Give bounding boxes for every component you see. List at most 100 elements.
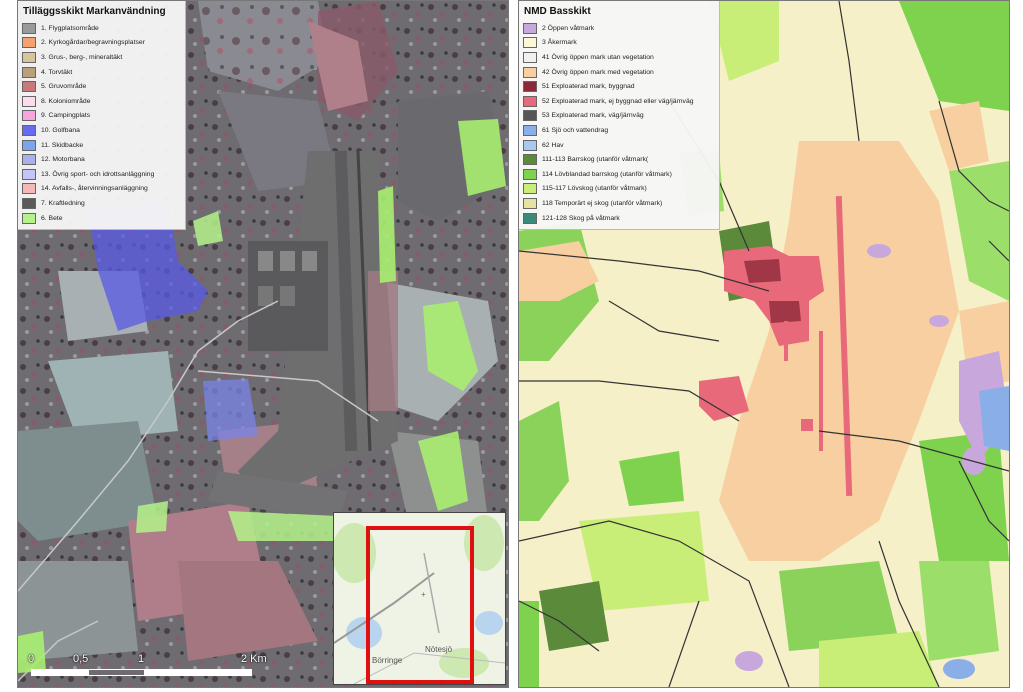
legend-swatch xyxy=(523,95,537,107)
legend-item: 53 Exploaterad mark, väg/järnväg xyxy=(523,109,713,124)
legend-label: 13. Övrig sport- och idrottsanläggning xyxy=(41,170,155,178)
legend-item: 12. Motorbana xyxy=(22,152,179,167)
legend-label: 1. Flygplatsområde xyxy=(41,24,99,32)
legend-label: 3 Åkermark xyxy=(542,39,577,47)
legend-item: 2 Öppen våtmark xyxy=(523,21,713,36)
legend-swatch xyxy=(22,168,36,180)
legend-item: 115-117 Lövskog (utanför våtmark) xyxy=(523,182,713,197)
legend-swatch xyxy=(22,139,36,151)
legend-item: 111-113 Barrskog (utanför våtmark( xyxy=(523,152,713,167)
legend-label: 3. Grus-, berg-, mineraltäkt xyxy=(41,53,123,61)
legend-swatch xyxy=(22,81,36,93)
legend-item: 6. Bete xyxy=(22,211,179,226)
legend-label: 14. Avfalls-, återvinningsanläggning xyxy=(41,185,148,193)
legend-item: 9. Campingplats xyxy=(22,109,179,124)
legend-item: 10. Golfbana xyxy=(22,123,179,138)
legend-item: 114 Lövblandad barrskog (utanför våtmark… xyxy=(523,167,713,182)
legend-swatch xyxy=(22,197,36,209)
legend-label: 62 Hav xyxy=(542,141,564,149)
legend-swatch xyxy=(22,124,36,136)
legend-swatch xyxy=(523,212,537,224)
legend-swatch xyxy=(523,51,537,63)
legend-label: 2. Kyrkogårdar/begravningsplatser xyxy=(41,39,145,47)
legend-label: 111-113 Barrskog (utanför våtmark( xyxy=(542,156,649,164)
legend-swatch xyxy=(22,22,36,34)
legend-swatch xyxy=(523,110,537,122)
legend-item: 52 Exploaterad mark, ej byggnad eller vä… xyxy=(523,94,713,109)
legend-swatch xyxy=(523,81,537,93)
legend-swatch xyxy=(22,66,36,78)
pasture-area xyxy=(378,186,396,283)
legend-item: 51 Exploaterad mark, byggnad xyxy=(523,79,713,94)
legend-swatch xyxy=(523,183,537,195)
legend-label: 53 Exploaterad mark, väg/järnväg xyxy=(542,112,644,120)
legend-label: 51 Exploaterad mark, byggnad xyxy=(542,83,635,91)
legend-swatch xyxy=(523,154,537,166)
legend-label: 10. Golfbana xyxy=(41,126,80,134)
legend-item: 3 Åkermark xyxy=(523,36,713,51)
legend-item: 7. Kraftledning xyxy=(22,196,179,211)
legend-swatch xyxy=(523,197,537,209)
svg-text:+: + xyxy=(421,590,426,599)
legend-label: 11. Skidbacke xyxy=(41,141,84,149)
scale-bar: 0 0,5 1 2 Km xyxy=(28,653,268,683)
pasture-area xyxy=(136,501,168,533)
legend-item: 11. Skidbacke xyxy=(22,138,179,153)
legend-item: 5. Gruvområde xyxy=(22,79,179,94)
legend-item: 61 Sjö och vattendrag xyxy=(523,123,713,138)
legend-swatch xyxy=(523,139,537,151)
legend-item: 8. Koloniområde xyxy=(22,94,179,109)
legend-item: 2. Kyrkogårdar/begravningsplatser xyxy=(22,36,179,51)
legend-item: 42 Övrig öppen mark med vegetation xyxy=(523,65,713,80)
legend-label: 2 Öppen våtmark xyxy=(542,24,595,32)
legend-swatch xyxy=(22,154,36,166)
legend-label: 41 Övrig öppen mark utan vegetation xyxy=(542,53,654,61)
land-cover-legend: NMD Basskikt 2 Öppen våtmark 3 Åkermark 41… xyxy=(519,1,720,231)
legend-swatch xyxy=(523,168,537,180)
legend-label: 7. Kraftledning xyxy=(41,199,85,207)
legend-item: 41 Övrig öppen mark utan vegetation xyxy=(523,50,713,65)
legend-swatch xyxy=(22,212,36,224)
legend-swatch xyxy=(22,95,36,107)
legend-item: 14. Avfalls-, återvinningsanläggning xyxy=(22,182,179,197)
legend-label: 4. Torvtäkt xyxy=(41,68,73,76)
legend-label: 114 Lövblandad barrskog (utanför våtmark… xyxy=(542,170,672,178)
legend-label: 9. Campingplats xyxy=(41,112,91,120)
overview-inset-map[interactable]: + Börringe Nötesjö xyxy=(333,512,506,685)
legend-title: Tilläggsskikt Markanvändning xyxy=(23,6,166,17)
legend-label: 12. Motorbana xyxy=(41,156,85,164)
land-cover-map-panel[interactable]: NMD Basskikt 2 Öppen våtmark 3 Åkermark 41… xyxy=(518,0,1010,688)
legend-label: 52 Exploaterad mark, ej byggnad eller vä… xyxy=(542,97,694,105)
legend-label: 61 Sjö och vattendrag xyxy=(542,126,609,134)
legend-swatch xyxy=(523,37,537,49)
legend-label: 42 Övrig öppen mark med vegetation xyxy=(542,68,654,76)
legend-label: 115-117 Lövskog (utanför våtmark) xyxy=(542,185,647,193)
legend-item: 13. Övrig sport- och idrottsanläggning xyxy=(22,167,179,182)
legend-swatch xyxy=(22,183,36,195)
legend-swatch xyxy=(523,124,537,136)
scale-label: 0 xyxy=(28,653,35,665)
land-use-map-panel[interactable]: Tilläggsskikt Markanvändning 1. Flygplat… xyxy=(17,0,509,688)
place-label-notesjo: Nötesjö xyxy=(425,645,453,654)
legend-label: 121-128 Skog på våtmark xyxy=(542,214,620,222)
scale-label: 0,5 xyxy=(73,653,89,665)
legend-item: 121-128 Skog på våtmark xyxy=(523,211,713,226)
legend-swatch xyxy=(22,51,36,63)
legend-item: 62 Hav xyxy=(523,138,713,153)
legend-item: 118 Temporärt ej skog (utanför våtmark) xyxy=(523,196,713,211)
legend-swatch xyxy=(22,37,36,49)
scale-label: 2 Km xyxy=(241,653,267,665)
legend-swatch xyxy=(523,66,537,78)
place-label-borringe: Börringe xyxy=(372,656,403,665)
scale-label: 1 xyxy=(138,653,145,665)
legend-swatch xyxy=(523,22,537,34)
legend-item: 1. Flygplatsområde xyxy=(22,21,179,36)
legend-swatch xyxy=(22,110,36,122)
legend-label: 6. Bete xyxy=(41,214,63,222)
legend-label: 118 Temporärt ej skog (utanför våtmark) xyxy=(542,199,663,207)
legend-label: 8. Koloniområde xyxy=(41,97,91,105)
legend-label: 5. Gruvområde xyxy=(41,83,87,91)
land-use-legend: Tilläggsskikt Markanvändning 1. Flygplat… xyxy=(18,1,186,231)
legend-title: NMD Basskikt xyxy=(524,6,591,17)
legend-item: 3. Grus-, berg-, mineraltäkt xyxy=(22,50,179,65)
